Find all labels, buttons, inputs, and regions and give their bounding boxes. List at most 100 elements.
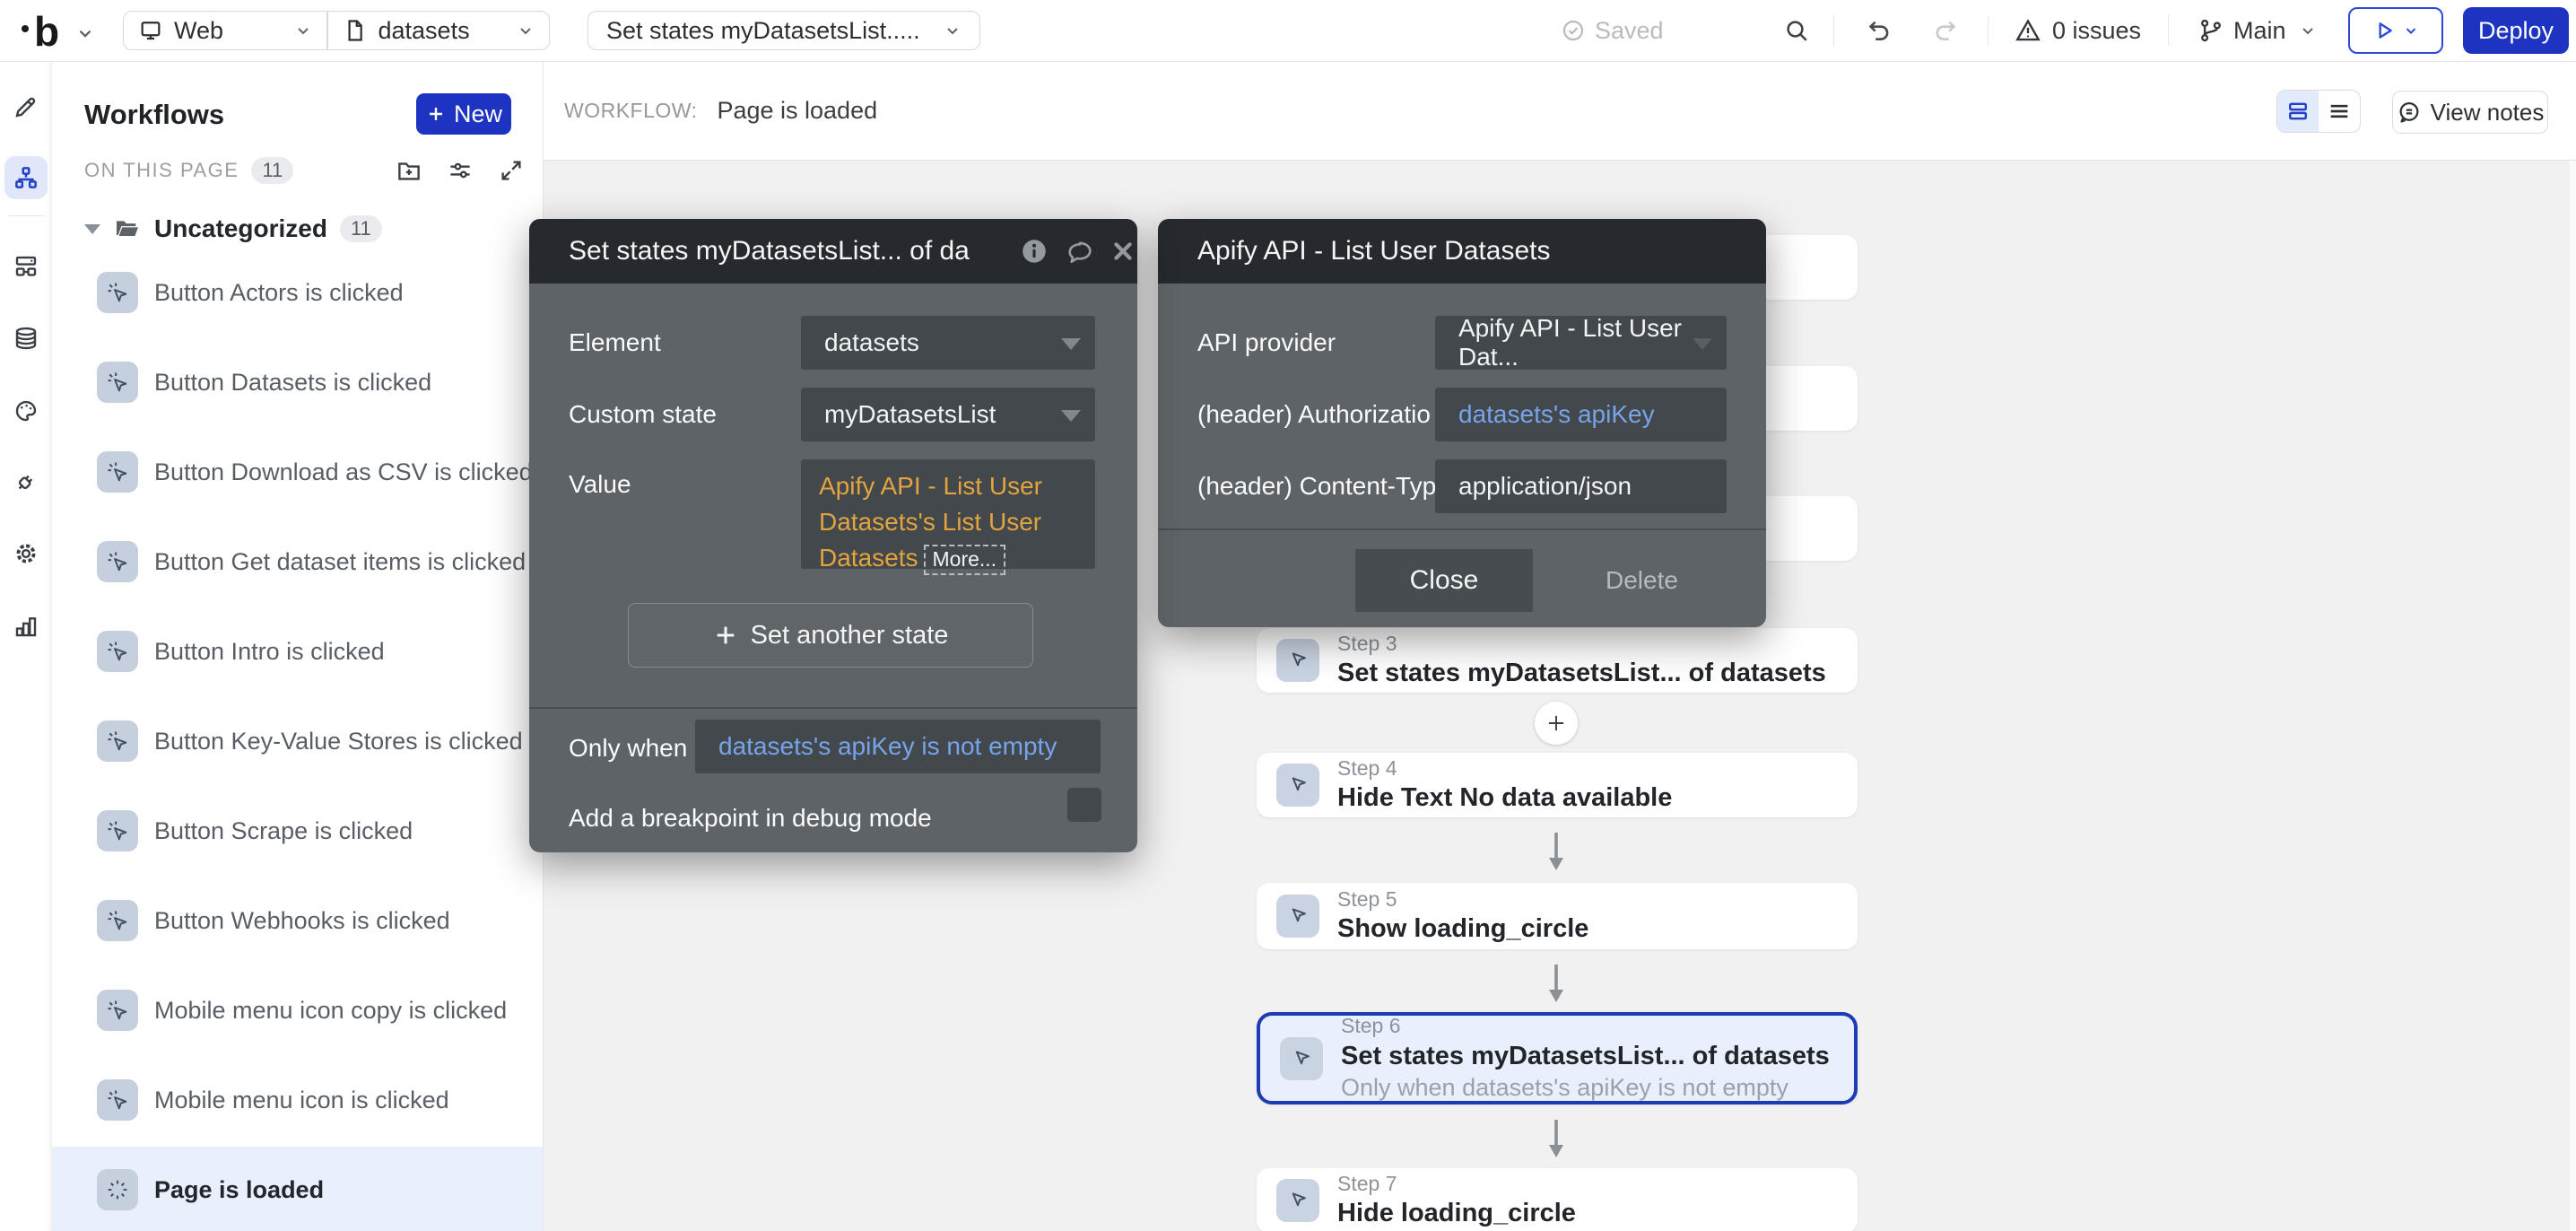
dropdown-triangle-icon xyxy=(1061,338,1081,350)
content-type-input[interactable]: application/json xyxy=(1435,459,1727,513)
play-icon xyxy=(2372,19,2396,42)
chevron-down-icon xyxy=(944,22,962,39)
plus-icon xyxy=(713,623,738,648)
insert-step-button[interactable] xyxy=(1535,702,1578,745)
action-cursor-icon xyxy=(1276,639,1319,682)
workflow-item[interactable]: Button Webhooks is clicked xyxy=(52,877,543,964)
workflow-item[interactable]: Mobile menu icon is clicked xyxy=(52,1057,543,1143)
authorization-input[interactable]: datasets's apiKey xyxy=(1435,388,1727,441)
dialog-header[interactable]: Apify API - List User Datasets xyxy=(1158,219,1766,284)
folder-uncategorized[interactable]: Uncategorized 11 xyxy=(52,205,543,253)
workflow-breadcrumb-label: WORKFLOW: xyxy=(564,99,697,123)
branch-label: Main xyxy=(2233,17,2286,45)
search-icon[interactable] xyxy=(1783,17,1810,44)
action-cursor-icon xyxy=(1276,1179,1319,1222)
database-icon[interactable] xyxy=(0,325,52,352)
close-button[interactable]: Close xyxy=(1355,549,1533,612)
flow-arrow-down-icon xyxy=(1545,1118,1567,1159)
open-folder-icon xyxy=(113,214,142,243)
page-file-icon xyxy=(343,18,368,43)
platform-label: Web xyxy=(174,17,223,45)
divider xyxy=(8,215,44,216)
saved-status: Saved xyxy=(1561,0,1664,61)
page-dropdown[interactable]: datasets xyxy=(328,12,550,49)
value-expression-input[interactable]: Apify API - List User Datasets's List Us… xyxy=(801,459,1095,569)
branch-selector[interactable]: Main xyxy=(2197,0,2317,61)
action-cursor-icon xyxy=(1280,1037,1323,1080)
workflow-item[interactable]: Button Datasets is clicked xyxy=(52,339,543,425)
info-icon[interactable] xyxy=(1019,236,1049,266)
platform-dropdown[interactable]: Web xyxy=(124,12,326,49)
set-another-state-button[interactable]: Set another state xyxy=(628,603,1033,668)
settings-gear-icon[interactable] xyxy=(0,540,52,567)
only-when-label: Only when xyxy=(569,734,687,763)
add-folder-icon[interactable] xyxy=(396,151,422,190)
list-view-button[interactable] xyxy=(2319,91,2360,132)
workflow-item[interactable]: Mobile menu icon copy is clicked xyxy=(52,967,543,1053)
comment-bubble-icon[interactable] xyxy=(1066,238,1094,266)
set-states-dialog: Set states myDatasetsList... of da Eleme… xyxy=(529,219,1137,852)
cursor-click-icon xyxy=(97,900,138,941)
design-pencil-icon[interactable] xyxy=(0,93,52,120)
flow-step-3-card[interactable]: Step 3 Set states myDatasetsList... of d… xyxy=(1257,628,1858,693)
workflow-item[interactable]: Button Scrape is clicked xyxy=(52,788,543,874)
preview-button[interactable] xyxy=(2348,7,2443,54)
plugins-plug-icon[interactable] xyxy=(0,468,52,495)
new-button-label: New xyxy=(454,100,502,128)
folder-caret-icon[interactable] xyxy=(84,224,100,234)
api-provider-label: API provider xyxy=(1197,328,1336,357)
more-button[interactable]: More... xyxy=(924,545,1006,575)
api-provider-dropdown[interactable]: Apify API - List User Dat... xyxy=(1435,316,1727,370)
dialog-title: Set states myDatasetsList... of da xyxy=(569,236,970,266)
card-view-button-active[interactable] xyxy=(2277,91,2319,132)
workflows-tab-active[interactable] xyxy=(4,156,48,199)
step-number: Step 3 xyxy=(1337,632,1826,656)
filter-sliders-icon[interactable] xyxy=(447,151,474,190)
undo-button[interactable] xyxy=(1866,17,1893,44)
issues-indicator[interactable]: 0 issues xyxy=(2015,0,2141,61)
view-notes-label: View notes xyxy=(2431,99,2545,127)
view-notes-button[interactable]: View notes xyxy=(2392,91,2548,134)
flow-step-7-card[interactable]: Step 7 Hide loading_circle xyxy=(1257,1168,1858,1231)
workflow-selector-dropdown[interactable]: Set states myDatasetsList..... xyxy=(587,11,980,50)
git-branch-icon xyxy=(2197,17,2224,44)
deploy-button[interactable]: Deploy xyxy=(2463,7,2569,54)
workflow-item[interactable]: Button Actors is clicked xyxy=(52,249,543,336)
workflow-item[interactable]: Button Get dataset items is clicked xyxy=(52,519,543,605)
dialog-header[interactable]: Set states myDatasetsList... of da xyxy=(529,219,1137,284)
chevron-down-icon xyxy=(2403,22,2419,39)
flow-step-6-card-selected[interactable]: Step 6 Set states myDatasetsList... of d… xyxy=(1257,1012,1858,1104)
close-icon[interactable] xyxy=(1110,239,1136,264)
workflow-item-selected[interactable]: Page is loaded xyxy=(52,1147,543,1231)
step-title: Set states myDatasetsList... of datasets xyxy=(1337,658,1826,688)
element-dropdown[interactable]: datasets xyxy=(801,316,1095,370)
workflow-item[interactable]: Button Intro is clicked xyxy=(52,608,543,694)
only-when-input[interactable]: datasets's apiKey is not empty xyxy=(695,720,1101,773)
chevron-down-icon xyxy=(294,22,312,39)
workflow-item[interactable]: Button Key-Value Stores is clicked xyxy=(52,698,543,784)
flow-step-4-card[interactable]: Step 4 Hide Text No data available xyxy=(1257,753,1858,817)
new-workflow-button[interactable]: New xyxy=(416,93,511,135)
breakpoint-checkbox[interactable] xyxy=(1067,788,1101,822)
flow-arrow-down-icon xyxy=(1545,963,1567,1004)
reusable-components-icon[interactable] xyxy=(0,253,52,280)
redo-button[interactable] xyxy=(1932,17,1959,44)
logo-chevron-down-icon[interactable] xyxy=(75,23,95,43)
step-title: Show loading_circle xyxy=(1337,913,1588,944)
warning-triangle-icon xyxy=(2015,17,2041,44)
cursor-click-icon xyxy=(97,541,138,582)
value-label: Value xyxy=(569,470,631,499)
styles-palette-icon[interactable] xyxy=(0,397,52,424)
custom-state-dropdown[interactable]: myDatasetsList xyxy=(801,388,1095,441)
flow-arrow-down-icon xyxy=(1545,831,1567,872)
bubble-logo[interactable]: b xyxy=(34,7,59,56)
chevron-down-icon xyxy=(517,22,535,39)
flow-step-5-card[interactable]: Step 5 Show loading_circle xyxy=(1257,883,1858,949)
delete-button[interactable]: Delete xyxy=(1606,549,1678,612)
logs-bar-chart-icon[interactable] xyxy=(0,613,52,640)
expand-icon[interactable] xyxy=(498,151,525,190)
canvas-scroll-gutter[interactable] xyxy=(2570,160,2576,1231)
workflow-item[interactable]: Button Download as CSV is clicked xyxy=(52,429,543,515)
notes-bubble-icon xyxy=(2397,100,2422,125)
folder-count-badge: 11 xyxy=(340,215,382,242)
